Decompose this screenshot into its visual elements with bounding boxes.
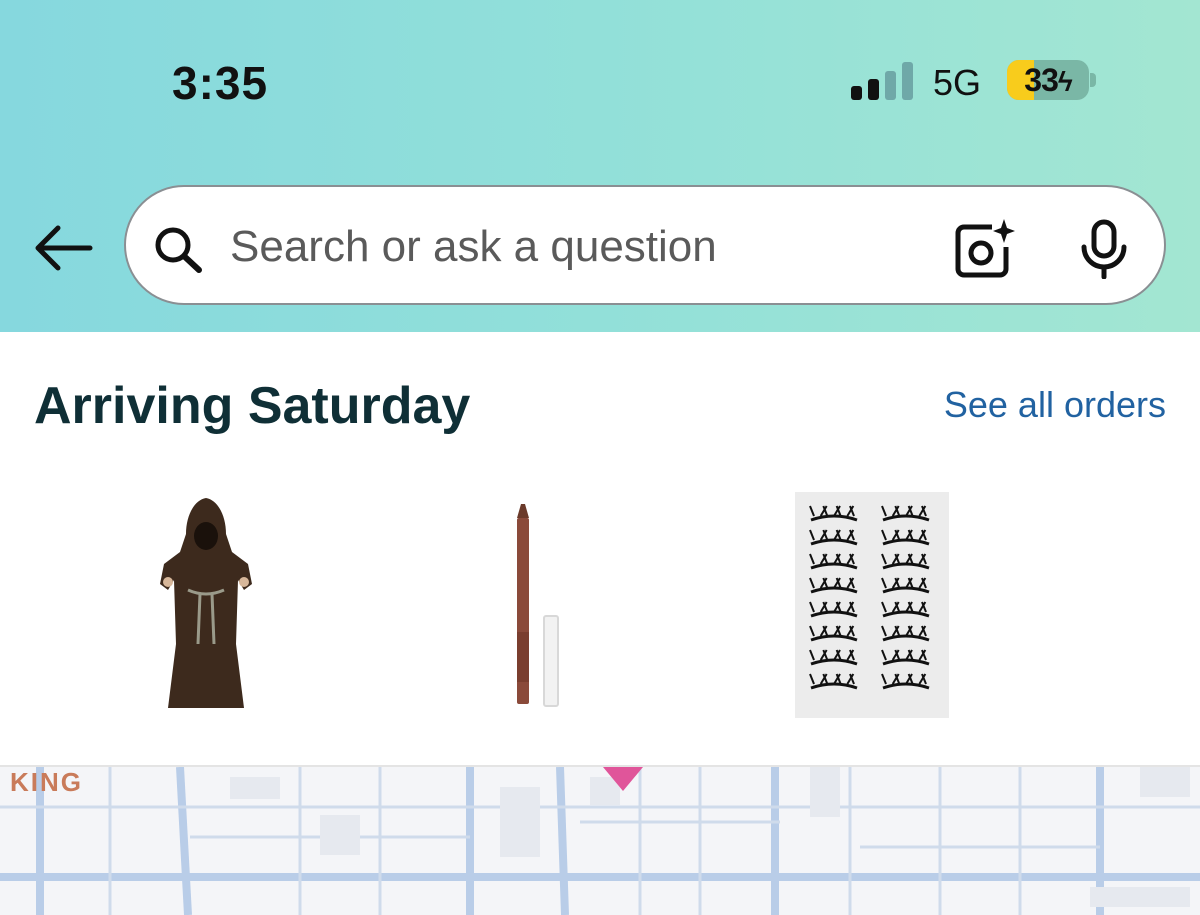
see-all-orders-link[interactable]: See all orders <box>944 384 1166 426</box>
map-streets <box>0 767 1200 915</box>
search-input[interactable] <box>230 217 930 277</box>
search-bar[interactable] <box>124 185 1166 305</box>
battery-percent: 33 <box>1024 62 1059 98</box>
network-type: 5G <box>933 62 982 103</box>
hooded-robe-image <box>160 498 252 708</box>
product-eyelashes[interactable] <box>795 492 949 718</box>
product-monk-robe[interactable] <box>158 494 254 716</box>
status-time: 3:35 <box>172 57 269 109</box>
app-header: 3:35 5G 33ϟ <box>0 0 1200 332</box>
section-title: Arriving Saturday <box>34 377 471 435</box>
back-arrow-icon <box>35 225 93 271</box>
product-lip-pencil[interactable] <box>510 502 564 708</box>
arriving-orders-card: Arriving Saturday See all orders <box>0 332 1200 765</box>
microphone-icon <box>1081 219 1127 280</box>
search-icon <box>155 227 202 273</box>
battery-icon: 33ϟ <box>1007 60 1089 100</box>
pencil-image <box>517 504 559 707</box>
camera-search-button[interactable] <box>952 217 1016 279</box>
delivery-map[interactable]: KING <box>0 767 1200 915</box>
battery-nub <box>1090 73 1096 87</box>
camera-sparkle-icon <box>955 219 1015 278</box>
map-street-label: KING <box>10 767 83 797</box>
voice-search-button[interactable] <box>1078 219 1130 280</box>
signal-strength-icon <box>851 62 913 100</box>
back-button[interactable] <box>30 220 94 276</box>
charging-bolt-icon: ϟ <box>1057 66 1073 97</box>
eyelashes-image <box>795 492 949 718</box>
